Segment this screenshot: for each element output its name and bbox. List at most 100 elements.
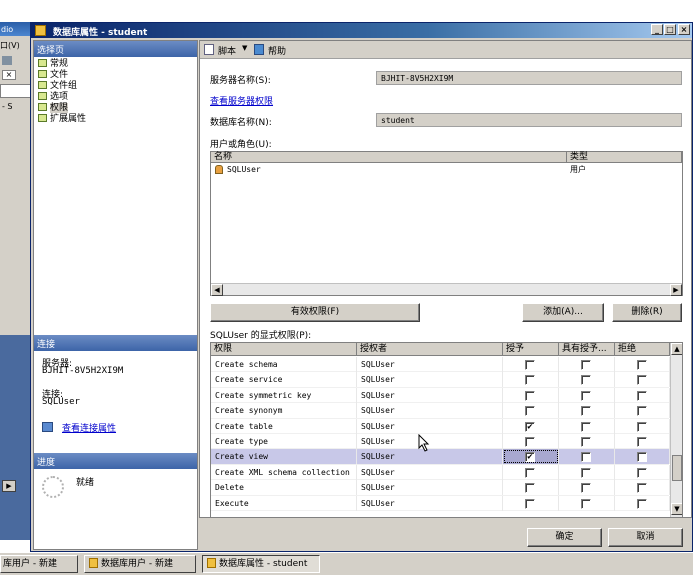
nav-page-general[interactable]: 常规 bbox=[38, 59, 68, 70]
scroll-left-icon[interactable]: ◀ bbox=[211, 284, 223, 296]
with-grant-checkbox[interactable] bbox=[581, 421, 591, 432]
minimize-button[interactable]: _ bbox=[651, 24, 663, 35]
dialog-title-bar[interactable]: 数据库属性 - student _ □ × bbox=[31, 23, 692, 38]
with-grant-cell bbox=[559, 403, 615, 419]
permission-name: Execute bbox=[211, 495, 357, 511]
deny-checkbox[interactable] bbox=[637, 375, 647, 386]
column-header-grant[interactable]: 授予 bbox=[503, 343, 559, 356]
table-row[interactable]: Create schema SQLUser bbox=[211, 357, 670, 373]
table-row[interactable]: Create table SQLUser ✔ bbox=[211, 418, 670, 434]
with-grant-checkbox[interactable] bbox=[581, 483, 591, 494]
permissions-grid[interactable]: 权限 授权者 授予 具有授予... 拒绝 Create schema SQLUse… bbox=[210, 342, 683, 518]
grant-checkbox[interactable]: ✔ bbox=[525, 421, 535, 432]
table-row[interactable]: Create synonym SQLUser bbox=[211, 403, 670, 419]
grant-checkbox[interactable] bbox=[525, 498, 535, 509]
permission-name: Delete bbox=[211, 480, 357, 496]
deny-checkbox[interactable] bbox=[637, 406, 647, 417]
scroll-right-icon[interactable]: ▶ bbox=[2, 480, 16, 492]
page-icon bbox=[38, 81, 47, 89]
ok-button[interactable]: 确定 bbox=[527, 528, 602, 547]
taskbar-item-user-new-1[interactable]: 库用户 - 新建 bbox=[0, 555, 78, 573]
column-header-permission[interactable]: 权限 bbox=[211, 343, 357, 356]
deny-cell bbox=[615, 357, 670, 372]
table-row[interactable]: Create view SQLUser ✔ bbox=[211, 449, 670, 465]
with-grant-checkbox[interactable] bbox=[581, 390, 591, 401]
effective-permissions-button[interactable]: 有效权限(F) bbox=[210, 303, 420, 322]
deny-checkbox[interactable] bbox=[637, 360, 647, 370]
taskbar-item-user-new-2[interactable]: 数据库用户 - 新建 bbox=[84, 555, 196, 573]
nav-page-files[interactable]: 文件 bbox=[38, 70, 68, 81]
background-tree-fragment: - S bbox=[2, 102, 13, 111]
deny-checkbox[interactable] bbox=[637, 452, 647, 463]
column-header-name[interactable]: 名称 bbox=[211, 152, 567, 163]
deny-checkbox[interactable] bbox=[637, 390, 647, 401]
grant-cell bbox=[503, 372, 559, 388]
close-icon[interactable]: × bbox=[2, 70, 16, 80]
table-row[interactable]: Delete SQLUser bbox=[211, 480, 670, 496]
nav-page-options[interactable]: 选项 bbox=[38, 92, 68, 103]
grant-checkbox[interactable]: ✔ bbox=[525, 452, 535, 463]
script-button[interactable]: 脚本 bbox=[218, 44, 236, 57]
cancel-button[interactable]: 取消 bbox=[608, 528, 683, 547]
table-row[interactable]: Create symmetric key SQLUser bbox=[211, 387, 670, 404]
scroll-thumb[interactable] bbox=[672, 455, 682, 481]
column-header-type[interactable]: 类型 bbox=[567, 152, 682, 163]
column-header-with-grant[interactable]: 具有授予... bbox=[559, 343, 615, 356]
deny-checkbox[interactable] bbox=[637, 421, 647, 432]
grant-cell: ✔ bbox=[503, 418, 559, 434]
column-header-grantor[interactable]: 授权者 bbox=[357, 343, 503, 356]
page-icon bbox=[38, 114, 47, 122]
grant-checkbox[interactable] bbox=[525, 360, 535, 370]
deny-checkbox[interactable] bbox=[637, 483, 647, 494]
vertical-scrollbar[interactable]: ▲ ▼ bbox=[670, 343, 682, 517]
with-grant-checkbox[interactable] bbox=[581, 375, 591, 386]
deny-checkbox[interactable] bbox=[637, 467, 647, 478]
nav-page-extended-properties[interactable]: 扩展属性 bbox=[38, 114, 86, 125]
deny-checkbox[interactable] bbox=[637, 437, 647, 447]
grant-checkbox[interactable] bbox=[525, 467, 535, 478]
view-server-permissions-link[interactable]: 查看服务器权限 bbox=[210, 94, 273, 107]
view-connection-properties-link[interactable]: 查看连接属性 bbox=[62, 421, 116, 434]
table-row[interactable]: Create type SQLUser bbox=[211, 434, 670, 450]
maximize-button[interactable]: □ bbox=[664, 24, 676, 35]
close-button[interactable]: × bbox=[678, 24, 690, 35]
users-roles-list[interactable]: 名称 类型 SQLUser 用户 ◀ ▶ bbox=[210, 151, 683, 296]
horizontal-scrollbar[interactable]: ◀ ▶ bbox=[211, 283, 682, 296]
with-grant-cell bbox=[559, 434, 615, 449]
table-row[interactable]: Create XML schema collection SQLUser bbox=[211, 464, 670, 481]
permission-name: Create table bbox=[211, 418, 357, 434]
grant-checkbox[interactable] bbox=[525, 483, 535, 494]
with-grant-checkbox[interactable] bbox=[581, 452, 591, 463]
column-header-deny[interactable]: 拒绝 bbox=[615, 343, 670, 356]
grant-cell bbox=[503, 357, 559, 372]
grant-cell bbox=[503, 387, 559, 403]
help-button[interactable]: 帮助 bbox=[268, 44, 286, 57]
with-grant-checkbox[interactable] bbox=[581, 498, 591, 509]
nav-page-permissions[interactable]: 权限 bbox=[38, 103, 69, 114]
page-icon bbox=[38, 70, 47, 78]
with-grant-checkbox[interactable] bbox=[581, 406, 591, 417]
grant-checkbox[interactable] bbox=[525, 390, 535, 401]
grant-checkbox[interactable] bbox=[525, 437, 535, 447]
deny-cell bbox=[615, 372, 670, 388]
taskbar-item-db-properties[interactable]: 数据库属性 - student bbox=[202, 555, 320, 573]
table-row[interactable]: Execute SQLUser bbox=[211, 495, 670, 511]
with-grant-checkbox[interactable] bbox=[581, 437, 591, 447]
with-grant-checkbox[interactable] bbox=[581, 360, 591, 370]
grant-checkbox[interactable] bbox=[525, 406, 535, 417]
progress-header: 进度 bbox=[34, 453, 197, 469]
list-item[interactable]: SQLUser 用户 bbox=[211, 164, 682, 175]
scroll-down-icon[interactable]: ▼ bbox=[671, 503, 682, 515]
scroll-right-icon[interactable]: ▶ bbox=[670, 284, 682, 296]
remove-button[interactable]: 删除(R) bbox=[612, 303, 682, 322]
with-grant-checkbox[interactable] bbox=[581, 467, 591, 478]
nav-page-filegroups[interactable]: 文件组 bbox=[38, 81, 77, 92]
deny-checkbox[interactable] bbox=[637, 498, 647, 509]
scroll-up-icon[interactable]: ▲ bbox=[671, 343, 682, 355]
grant-checkbox[interactable] bbox=[525, 375, 535, 386]
table-row[interactable]: Create service SQLUser bbox=[211, 372, 670, 388]
deny-cell bbox=[615, 449, 670, 465]
add-button[interactable]: 添加(A)... bbox=[522, 303, 604, 322]
right-pane: 脚本 ▼ 帮助 服务器名称(S): BJHIT-8V5H2XI9M 查看服务器权… bbox=[199, 40, 692, 518]
chevron-down-icon[interactable]: ▼ bbox=[242, 44, 247, 52]
